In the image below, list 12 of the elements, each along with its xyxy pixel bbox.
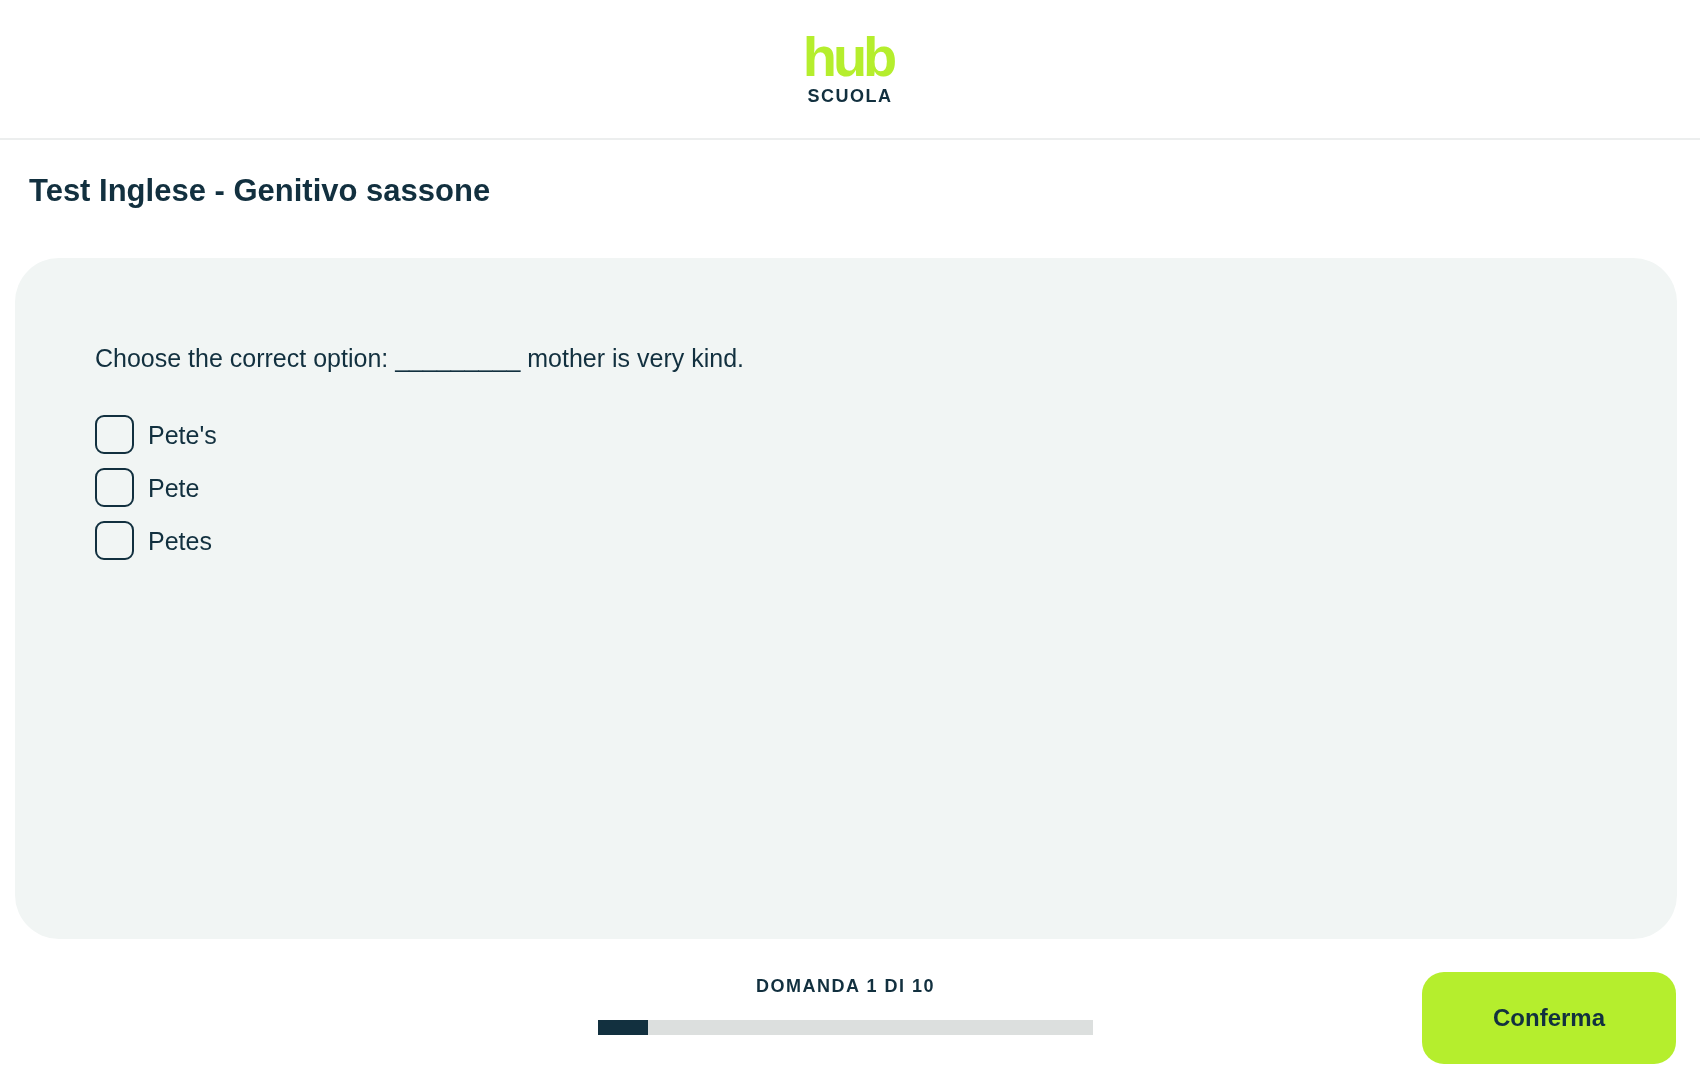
confirm-button[interactable]: Conferma — [1422, 972, 1676, 1064]
checkbox[interactable] — [95, 468, 134, 507]
checkbox[interactable] — [95, 415, 134, 454]
logo-wordmark: hub — [802, 33, 895, 81]
logo-tagline: SCUOLA — [807, 86, 893, 105]
quiz-title: Test Inglese - Genitivo sassone — [29, 172, 491, 210]
option-label[interactable]: Pete — [148, 472, 200, 503]
checkbox[interactable] — [95, 521, 134, 560]
option-label[interactable]: Petes — [148, 525, 212, 556]
question-counter: DOMANDA 1 DI 10 — [756, 975, 935, 997]
option-label[interactable]: Pete's — [148, 419, 217, 450]
question-text: Choose the correct option: _________ mother is very kind. — [95, 343, 744, 373]
